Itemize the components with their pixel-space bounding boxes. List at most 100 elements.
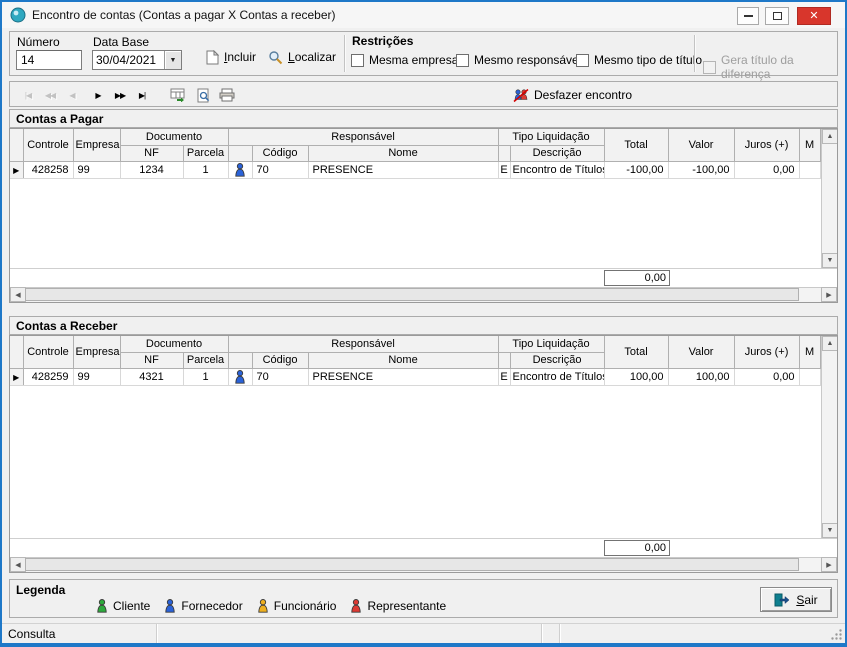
scroll-left-icon[interactable]	[10, 287, 26, 302]
nav-fast-next-icon[interactable]: ▶▶	[110, 85, 130, 105]
col-header-tipo-liquidacao: Tipo Liquidação	[498, 336, 605, 353]
close-button[interactable]	[797, 7, 831, 25]
contas-pagar-panel: Controle Empresa Documento Responsável T…	[9, 128, 838, 303]
scroll-right-icon[interactable]	[821, 287, 837, 302]
scroll-right-icon[interactable]	[821, 557, 837, 572]
checkbox-icon[interactable]	[351, 53, 364, 67]
table-row[interactable]: ▶ 428259 99 4321 1 70 PRESENCE E Encontr…	[10, 368, 821, 386]
minimize-button[interactable]	[737, 7, 759, 25]
export-grid-button[interactable]	[166, 85, 188, 105]
vertical-scrollbar[interactable]	[821, 336, 837, 538]
print-button[interactable]	[216, 85, 238, 105]
cell-codigo: 70	[252, 161, 309, 179]
col-header-tipo-liquidacao: Tipo Liquidação	[498, 129, 605, 146]
print-preview-button[interactable]	[192, 85, 214, 105]
data-base-label: Data Base	[93, 35, 150, 49]
resize-grip[interactable]	[830, 628, 843, 641]
cell-nf: 1234	[120, 161, 184, 179]
cell-tipo: E	[498, 161, 511, 179]
scroll-up-icon[interactable]	[822, 336, 837, 351]
desfazer-encontro-button[interactable]: Desfazer encontro	[513, 82, 632, 108]
scrollbar-thumb[interactable]	[25, 558, 799, 571]
cell-juros: 0,00	[734, 161, 800, 179]
printer-icon	[219, 88, 235, 102]
maximize-button[interactable]	[765, 7, 789, 25]
col-header-nf: NF	[120, 352, 184, 369]
checkbox-icon[interactable]	[456, 53, 469, 67]
checkbox-label: Gera título da diferença	[721, 53, 794, 81]
localizar-label: Localizar	[288, 50, 337, 64]
horizontal-scrollbar[interactable]	[10, 287, 837, 302]
col-header-tipo	[498, 352, 511, 369]
legend-item-representante: Representante	[350, 599, 446, 613]
numero-input[interactable]	[16, 50, 82, 70]
export-grid-icon	[170, 88, 185, 102]
sair-button[interactable]: Sair	[760, 587, 832, 612]
cell-responsavel-icon	[228, 368, 253, 386]
combo-dropdown-icon[interactable]	[164, 51, 181, 69]
col-header-descricao: Descrição	[510, 352, 605, 369]
top-toolbar: Número Data Base 30/04/2021 Incluir Loca…	[9, 31, 838, 81]
legend-item-cliente: Cliente	[96, 599, 150, 613]
scroll-left-icon[interactable]	[10, 557, 26, 572]
scrollbar-thumb[interactable]	[25, 288, 799, 301]
scroll-up-icon[interactable]	[822, 129, 837, 144]
table-row[interactable]: ▶ 428258 99 1234 1 70 PRESENCE E Encontr…	[10, 161, 821, 179]
cell-responsavel-icon	[228, 161, 253, 179]
app-icon	[10, 7, 26, 23]
cell-nome: PRESENCE	[308, 368, 499, 386]
status-panel	[157, 624, 542, 643]
checkbox-mesmo-tipo-titulo[interactable]: Mesmo tipo de título	[576, 53, 702, 67]
exit-icon	[774, 593, 790, 607]
cell-juros: 0,00	[734, 368, 800, 386]
vertical-scrollbar[interactable]	[821, 129, 837, 268]
section-title: Contas a Pagar	[16, 111, 104, 126]
checkbox-label: Mesmo responsável	[474, 53, 582, 67]
col-header-documento: Documento	[120, 129, 229, 146]
col-header-juros: Juros (+)	[734, 129, 800, 162]
col-header-parcela: Parcela	[183, 352, 229, 369]
legend-label: Funcionário	[273, 599, 337, 613]
cell-valor: 100,00	[668, 368, 735, 386]
nav-prior-icon: ◀	[62, 85, 82, 105]
legend-items: Cliente Fornecedor Funcionário Represent…	[96, 599, 446, 613]
numero-label: Número	[17, 35, 60, 49]
scroll-down-icon[interactable]	[822, 253, 837, 268]
restricoes-label: Restrições	[352, 34, 414, 48]
legend-label: Representante	[367, 599, 447, 613]
incluir-button[interactable]: Incluir	[206, 44, 256, 70]
fornecedor-person-icon	[164, 599, 176, 613]
cell-descricao: Encontro de Títulos	[510, 161, 605, 179]
col-header-nf: NF	[120, 145, 184, 162]
incluir-label: Incluir	[224, 50, 257, 64]
checkbox-mesma-empresa[interactable]: Mesma empresa	[351, 53, 458, 67]
col-header-valor: Valor	[668, 129, 735, 162]
horizontal-scrollbar[interactable]	[10, 557, 837, 572]
nav-next-icon[interactable]: ▶	[88, 85, 108, 105]
col-header-total: Total	[604, 129, 669, 162]
cell-empresa: 99	[73, 161, 121, 179]
application-window: Encontro de contas (Contas a pagar X Con…	[0, 0, 847, 647]
col-header-parcela: Parcela	[183, 145, 229, 162]
legend-panel: Legenda Cliente Fornecedor Funcionário R…	[9, 579, 838, 618]
funcionario-person-icon	[257, 599, 269, 613]
checkbox-icon[interactable]	[576, 53, 589, 67]
cell-controle: 428258	[23, 161, 74, 179]
legend-item-funcionario: Funcionário	[257, 599, 337, 613]
col-header-controle: Controle	[23, 336, 74, 369]
scroll-down-icon[interactable]	[822, 523, 837, 538]
status-panel	[560, 624, 845, 643]
contas-receber-grid: Controle Empresa Documento Responsável T…	[10, 336, 821, 538]
section-title: Contas a Receber	[16, 318, 118, 333]
nav-first-icon: |◀	[18, 85, 38, 105]
cell-controle: 428259	[23, 368, 74, 386]
contas-receber-panel: Controle Empresa Documento Responsável T…	[9, 335, 838, 573]
checkbox-mesmo-responsavel[interactable]: Mesmo responsável	[456, 53, 581, 67]
data-base-combobox[interactable]: 30/04/2021	[92, 50, 182, 70]
localizar-button[interactable]: Localizar	[268, 44, 336, 70]
nav-last-icon[interactable]: ▶|	[132, 85, 152, 105]
fornecedor-person-icon	[234, 369, 246, 384]
col-header-valor: Valor	[668, 336, 735, 369]
status-panel	[542, 624, 560, 643]
col-header-responsavel-icon	[228, 145, 253, 162]
